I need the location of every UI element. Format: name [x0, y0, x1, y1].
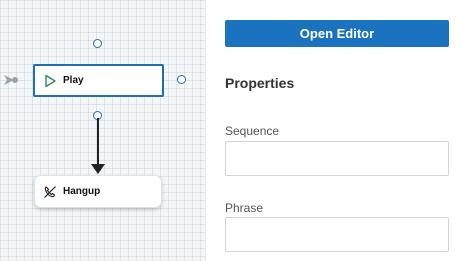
- phrase-label: Phrase: [225, 201, 264, 215]
- hangup-node[interactable]: Hangup: [34, 175, 162, 208]
- play-node[interactable]: Play: [33, 64, 164, 97]
- panel-title: Properties: [225, 75, 295, 91]
- sequence-label: Sequence: [225, 124, 280, 138]
- play-icon: [43, 74, 57, 88]
- play-right-port[interactable]: [177, 75, 186, 84]
- connector-line: [97, 118, 99, 166]
- incoming-arrow-icon: [4, 75, 18, 85]
- connector-arrowhead: [91, 164, 105, 174]
- open-editor-button[interactable]: Open Editor: [225, 20, 449, 47]
- hangup-node-label: Hangup: [63, 186, 101, 197]
- play-node-label: Play: [63, 75, 84, 86]
- properties-panel: Open Editor Properties Sequence Phrase: [207, 0, 463, 261]
- flow-canvas[interactable]: Play Hangup: [0, 0, 206, 261]
- hangup-icon: [43, 185, 57, 199]
- phrase-input[interactable]: [225, 217, 449, 252]
- sequence-input[interactable]: [225, 141, 449, 176]
- play-top-port[interactable]: [93, 39, 102, 48]
